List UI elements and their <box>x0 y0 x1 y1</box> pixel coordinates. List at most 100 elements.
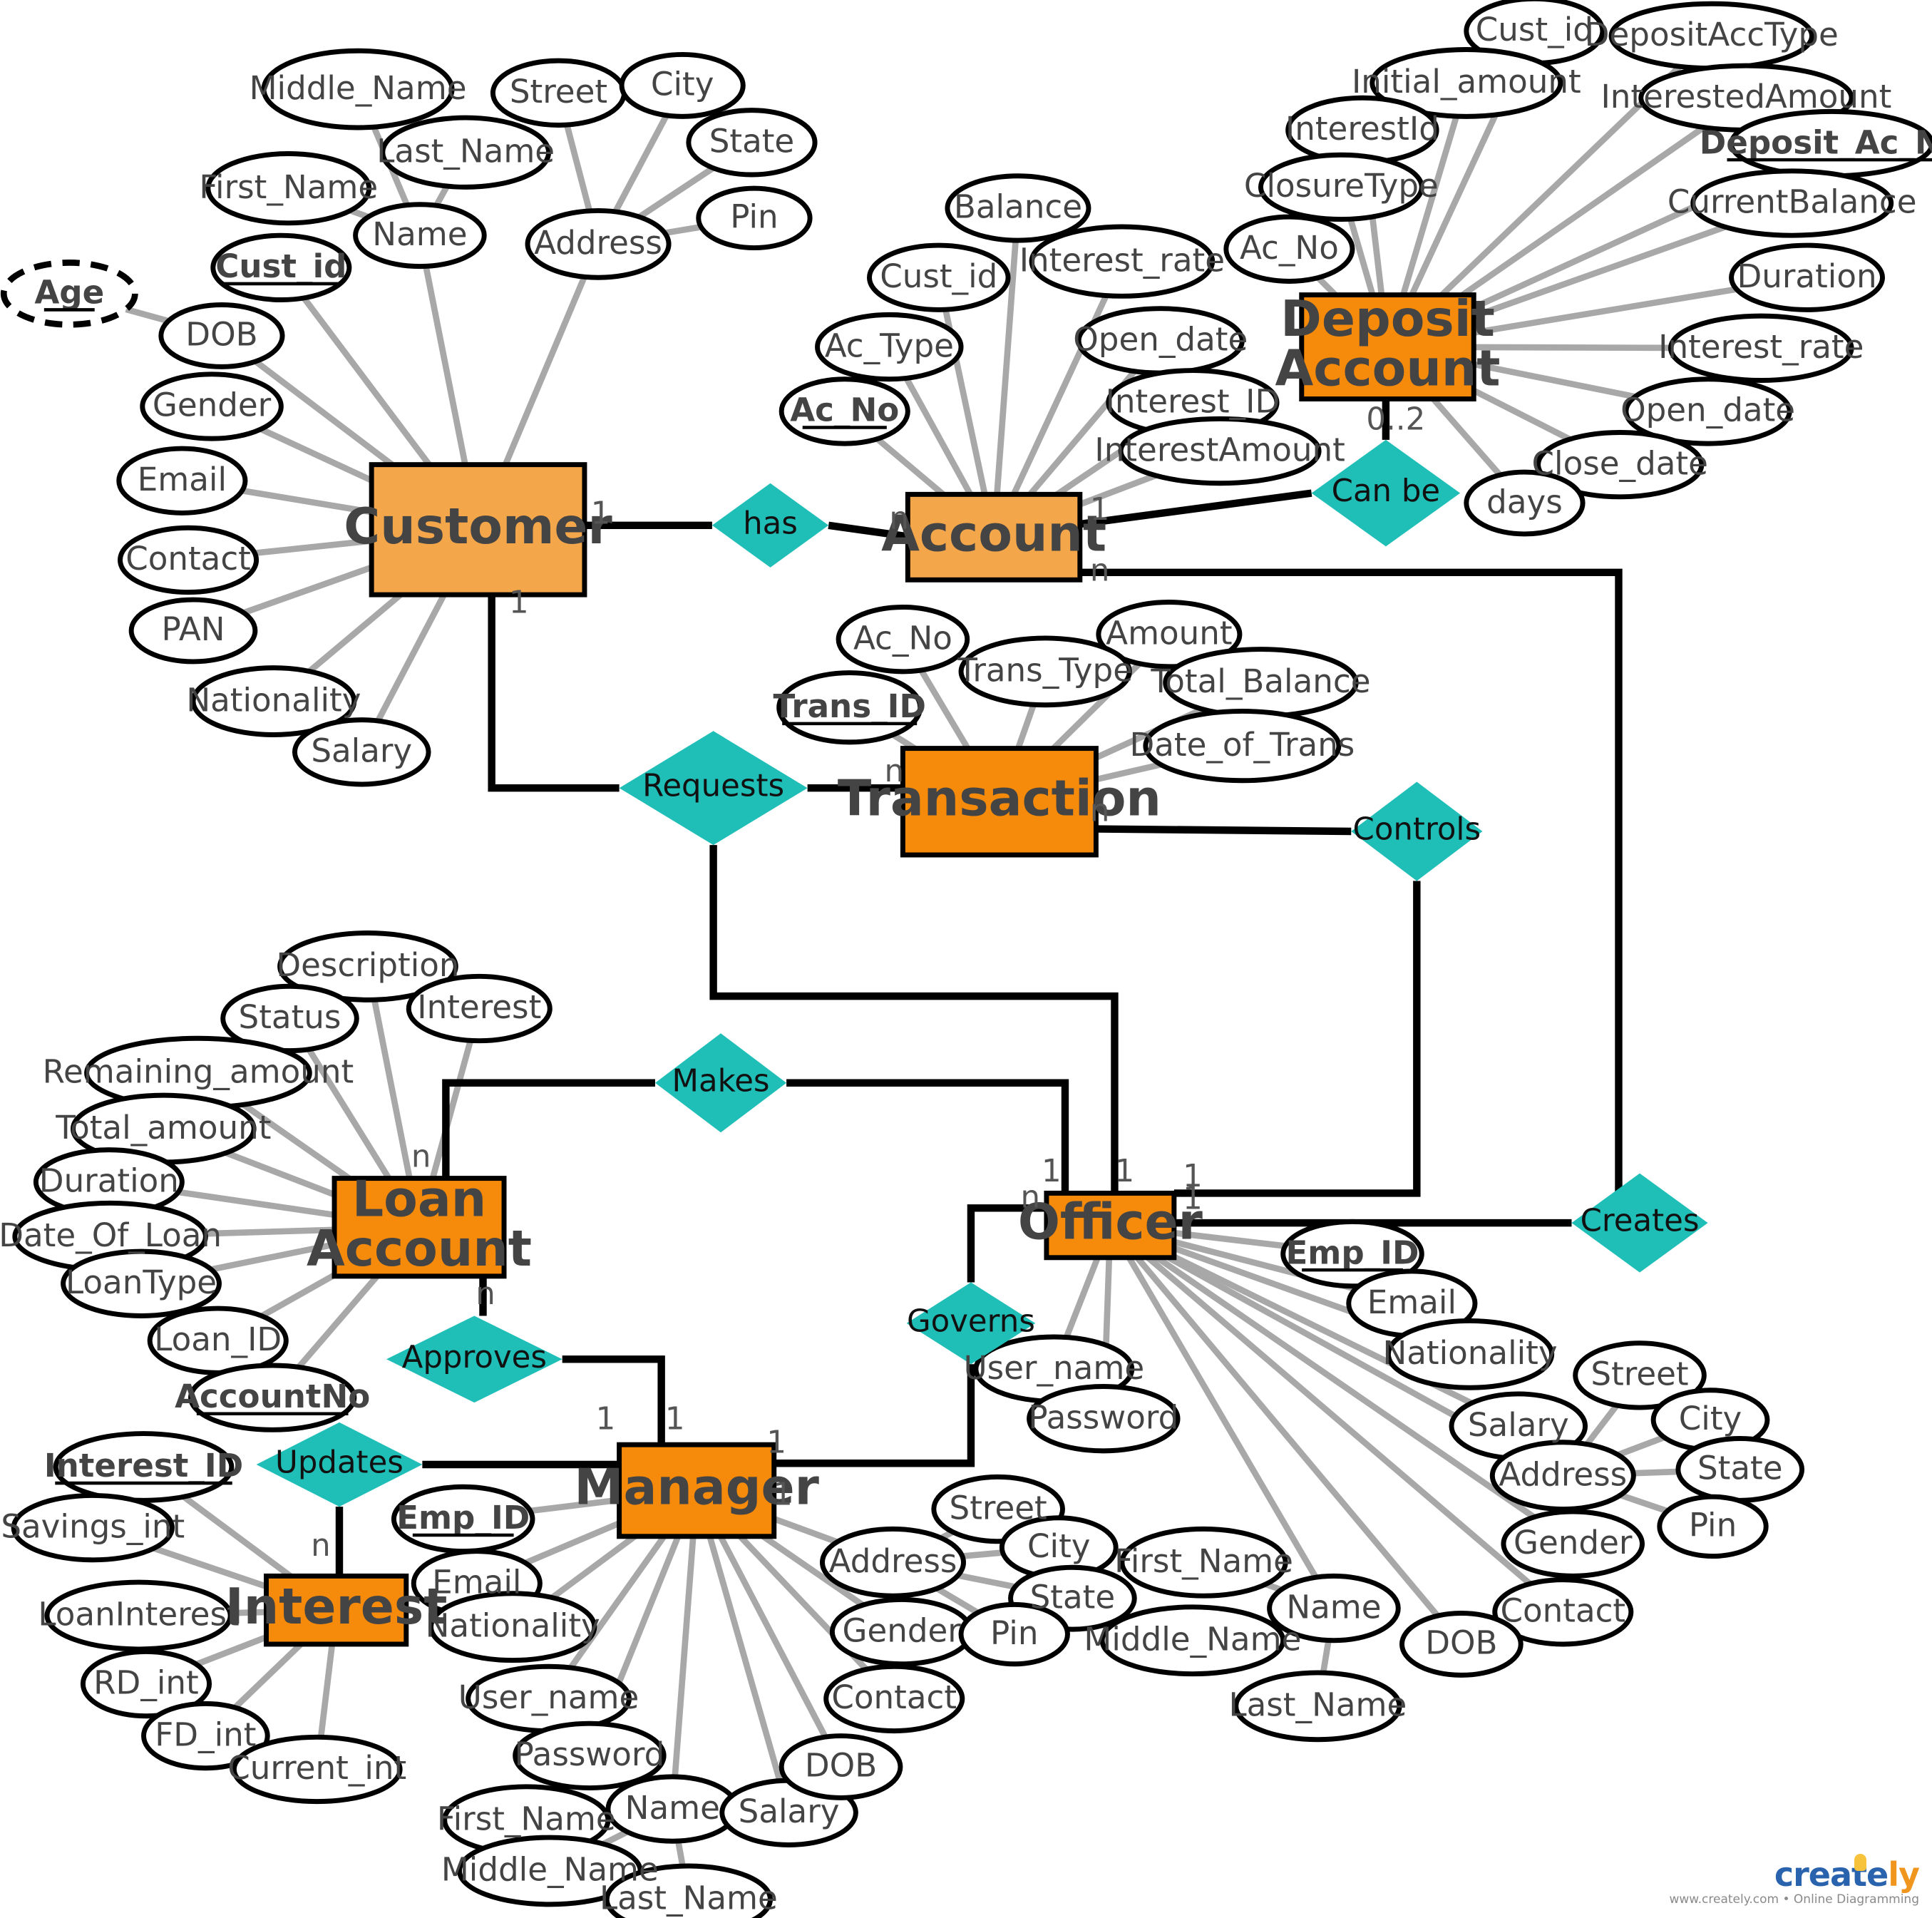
attribute-edge <box>1617 1434 1665 1458</box>
attribute-edge <box>664 223 702 237</box>
attribute-label-dep_interest_rate: Interest_rate <box>1658 328 1864 366</box>
attribute-label-dep_cust_id: Cust_id <box>1476 11 1593 48</box>
relationship-label-approves: Approves <box>402 1340 547 1375</box>
attribute-label-cust_pan: PAN <box>161 610 225 648</box>
relationship-edge-transaction-controls <box>1096 825 1352 836</box>
entity-label-customer: Customer <box>344 498 612 555</box>
relationship-edge-account-canbe <box>1079 489 1312 528</box>
cardinality-c_acc_canbe: 1 <box>1090 492 1110 528</box>
relationship-label-governs: Governs <box>907 1303 1035 1339</box>
attribute-label-mgr_contact: Contact <box>831 1678 957 1716</box>
attribute-label-off_gender: Gender <box>1514 1524 1633 1561</box>
relationship-label-updates: Updates <box>275 1445 404 1480</box>
attribute-label-dep_closure_type: ClosureType <box>1244 167 1439 205</box>
attribute-label-acc_interest_id: Interest_ID <box>1106 382 1280 420</box>
relationship-edge-controls-officer <box>1173 881 1421 1197</box>
lightbulb-icon <box>1854 1854 1866 1871</box>
attribute-label-mgr_salary: Salary <box>739 1793 840 1830</box>
attribute-label-tr_id: Trans_ID <box>773 687 925 725</box>
attribute-label-cust_name: Name <box>372 215 467 253</box>
attribute-label-off_pin: Pin <box>1689 1507 1737 1544</box>
attribute-label-acc_interest_rate: Interest_rate <box>1019 241 1225 279</box>
cardinality-c_acc_has: n <box>889 501 909 536</box>
cardinality-c_mgr_approves: 1 <box>665 1402 685 1437</box>
attribute-label-ln_type: LoanType <box>66 1263 217 1301</box>
creately-logo-text: creately <box>1669 1858 1920 1891</box>
attribute-edge <box>1584 1403 1620 1447</box>
attribute-label-off_contact: Contact <box>1500 1592 1625 1630</box>
attribute-label-dep_acno: Ac_No <box>1240 229 1339 267</box>
attribute-label-cust_middle_name: Middle_Name <box>250 69 467 107</box>
attribute-label-cust_age: Age <box>34 274 104 312</box>
attribute-label-off_dob: DOB <box>1425 1624 1497 1662</box>
attribute-label-off_city: City <box>1679 1400 1742 1437</box>
attribute-edge <box>125 306 170 324</box>
entity-label-account: Account <box>881 505 1106 563</box>
attribute-edge <box>232 1641 304 1710</box>
attribute-edge <box>675 1840 686 1867</box>
cardinality-c_loan_approves: n <box>476 1276 495 1312</box>
attribute-label-off_user_name: User_name <box>964 1349 1145 1387</box>
relationship-label-makes: Makes <box>672 1063 770 1099</box>
relationship-label-creates: Creates <box>1581 1204 1700 1239</box>
cardinality-c_loan_makes: n <box>411 1139 431 1174</box>
attribute-edge <box>260 1272 336 1319</box>
attribute-label-cust_address: Address <box>534 224 662 262</box>
cardinality-c_off_creates2: 1 <box>1183 1181 1203 1216</box>
cardinality-c_off_makes: 1 <box>1042 1154 1062 1189</box>
attribute-label-ln_description: Description <box>276 946 459 984</box>
attribute-label-dep_ac_no: Deposit_Ac_No <box>1700 123 1932 161</box>
attribute-label-mgr_state: State <box>1030 1578 1116 1616</box>
attribute-label-cust_first_name: First_Name <box>199 168 378 206</box>
attribute-label-tr_acno: Ac_No <box>853 619 952 657</box>
attribute-label-cust_email: Email <box>138 461 227 498</box>
er-diagram-svg: Middle_NameLast_NameFirst_NameNameStreet… <box>0 0 1932 1918</box>
relationship-label-controls: Controls <box>1353 812 1481 848</box>
attribute-edge <box>375 593 447 723</box>
attribute-label-tr_date: Date_of_Trans <box>1129 726 1355 764</box>
attribute-label-tr_amount: Amount <box>1106 614 1232 652</box>
relationship-edge-manager-governs <box>774 1364 975 1467</box>
attribute-edge <box>371 999 413 1179</box>
attribute-label-int_savings: Savings_int <box>1 1507 185 1545</box>
attribute-label-dep_open_date: Open_date <box>1620 391 1795 429</box>
attribute-label-mgr_nationality: Nationality <box>426 1606 600 1644</box>
cardinality-c_off_governs: n <box>1021 1180 1041 1216</box>
attribute-label-cust_salary: Salary <box>311 732 412 770</box>
attribute-label-acc_interest_amt: InterestAmount <box>1094 431 1345 468</box>
attribute-label-int_loan: LoanInterest <box>38 1596 239 1634</box>
attribute-edge <box>1015 703 1037 750</box>
attribute-edge <box>962 1549 1003 1559</box>
attribute-label-acc_balance: Balance <box>954 188 1082 226</box>
attribute-label-mgr_last_name: Last_Name <box>600 1879 778 1917</box>
attribute-edge <box>1619 1492 1669 1514</box>
attribute-label-dep_current_bal: CurrentBalance <box>1668 183 1917 221</box>
attribute-label-cust_gender: Gender <box>153 386 272 424</box>
cardinality-c_trans_controls: n <box>1090 793 1110 829</box>
attribute-label-mgr_city: City <box>1027 1527 1091 1565</box>
attribute-edge <box>875 436 945 497</box>
attribute-label-off_state: State <box>1697 1450 1783 1487</box>
attribute-label-cust_dob: DOB <box>185 316 257 354</box>
attribute-label-acc_no: Ac_No <box>790 391 899 429</box>
attribute-edge <box>429 1040 474 1179</box>
attribute-label-acc_cust_id: Cust_id <box>880 257 997 295</box>
attribute-edge <box>1474 344 1671 352</box>
attribute-label-cust_nationality: Nationality <box>186 681 361 719</box>
attribute-label-cust_contact: Contact <box>125 540 251 578</box>
cardinality-c_cust_has: 1 <box>591 496 611 531</box>
attribute-label-off_last_name: Last_Name <box>1228 1686 1407 1724</box>
attribute-label-tr_total_bal: Total_Balance <box>1150 662 1370 700</box>
attribute-label-off_password: Password <box>1028 1398 1178 1436</box>
attribute-label-cust_city: City <box>651 66 714 103</box>
attribute-label-tr_type: Trans_Type <box>957 652 1133 689</box>
attribute-label-ln_duration: Duration <box>39 1162 179 1200</box>
attribute-label-mgr_emp_id: Emp_ID <box>396 1499 530 1537</box>
relationship-edge-customer-requests <box>488 595 620 792</box>
attribute-label-int_current: Current_int <box>227 1749 406 1787</box>
attribute-edge <box>957 1572 1016 1590</box>
relationship-edge-makes-officer <box>786 1079 1069 1194</box>
attribute-label-ln_status: Status <box>239 998 341 1036</box>
attribute-edge <box>672 1536 697 1778</box>
relationship-label-can_be: Can be <box>1332 473 1441 509</box>
